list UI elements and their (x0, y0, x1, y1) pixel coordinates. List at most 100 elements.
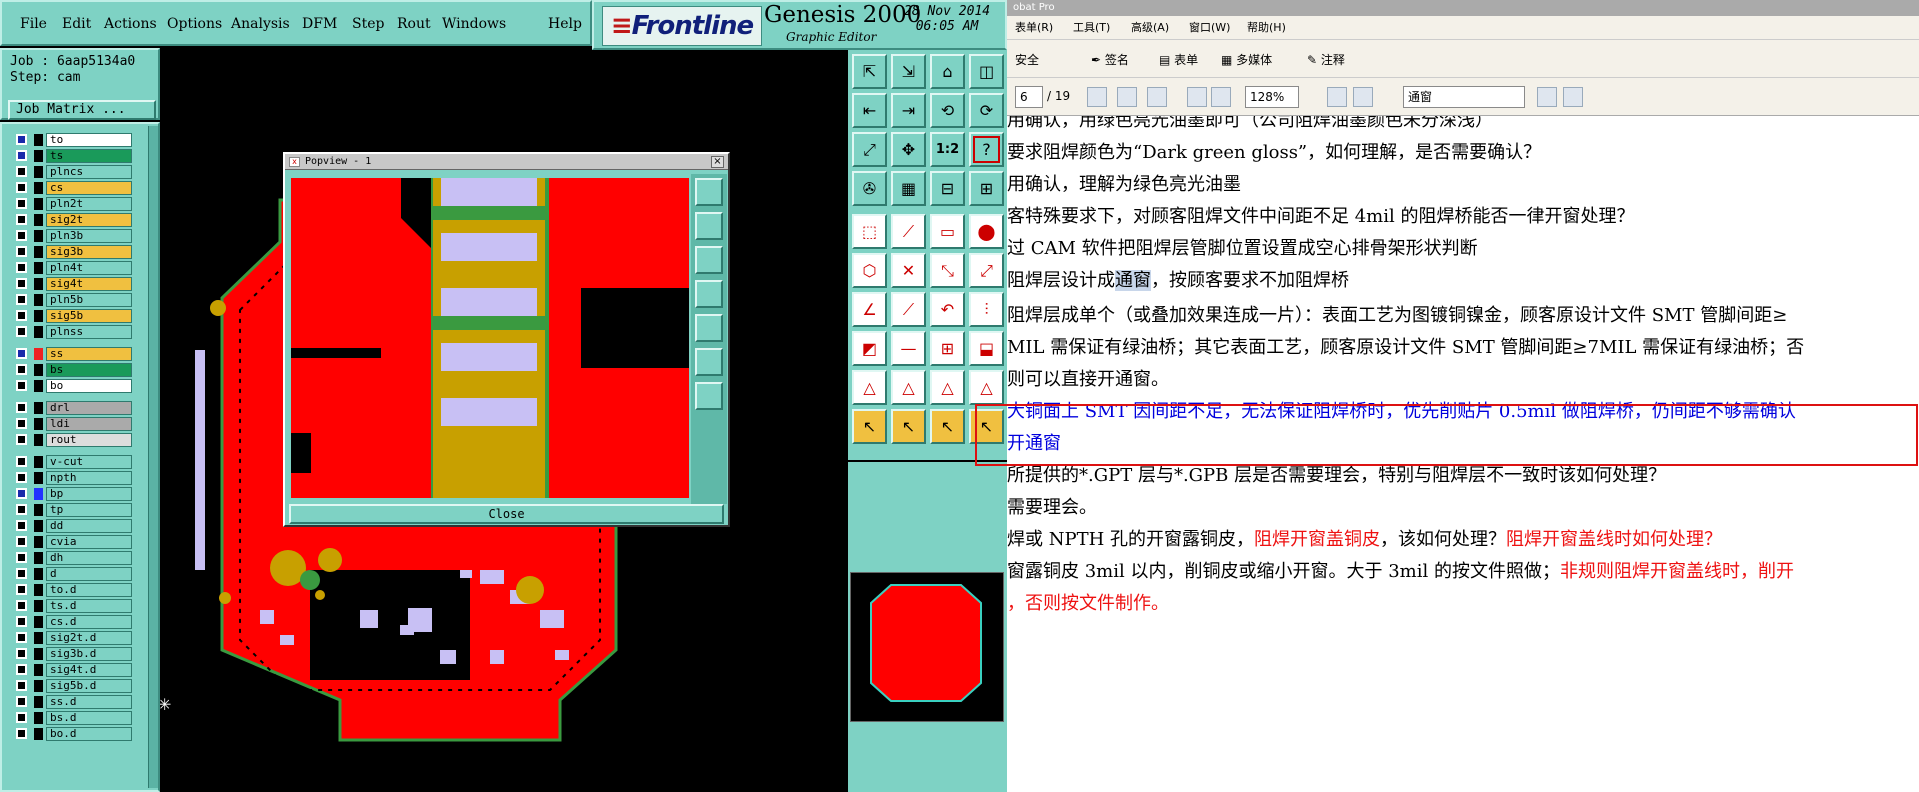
layer-name[interactable]: pln2t (46, 197, 132, 211)
layer-checkbox[interactable] (16, 166, 27, 177)
layer-name[interactable]: rout (46, 433, 132, 447)
layer-name[interactable]: ss.d (46, 695, 132, 709)
layer-name[interactable]: dd (46, 519, 132, 533)
popview-tool-button[interactable] (695, 178, 723, 206)
layer-name[interactable]: to.d (46, 583, 132, 597)
layer-checkbox[interactable] (16, 380, 27, 391)
tool-button[interactable]: ⤢ (852, 132, 887, 167)
layer-name[interactable]: ts.d (46, 599, 132, 613)
tool-button[interactable]: ▭ (930, 214, 965, 249)
tool-button[interactable]: ⟋ (891, 292, 926, 327)
tool-button[interactable]: ✕ (891, 253, 926, 288)
zoom-out-icon[interactable] (1187, 87, 1207, 107)
tool-button[interactable]: ⊟ (930, 171, 965, 206)
layer-checkbox[interactable] (16, 214, 27, 225)
tool-button[interactable]: △ (930, 370, 965, 405)
layer-row[interactable]: ss (6, 346, 142, 362)
tool-button[interactable]: ? (969, 132, 1004, 167)
tool-button[interactable]: ⤢ (969, 253, 1004, 288)
tool-button[interactable]: ↖ (930, 409, 965, 444)
layer-checkbox[interactable] (16, 552, 27, 563)
fit-page-icon[interactable] (1327, 87, 1347, 107)
layer-checkbox[interactable] (16, 712, 27, 723)
tool-button[interactable]: ↖ (852, 409, 887, 444)
layer-name[interactable]: drl (46, 401, 132, 415)
layer-row[interactable]: sig2t (6, 212, 142, 228)
menu-tools[interactable]: 工具(T) (1073, 16, 1110, 40)
layer-name[interactable]: to (46, 133, 132, 147)
menu-options[interactable]: Options (167, 16, 222, 32)
layer-row[interactable]: sig4t.d (6, 662, 142, 678)
layer-checkbox[interactable] (16, 520, 27, 531)
layer-checkbox[interactable] (16, 182, 27, 193)
layer-row[interactable]: sig2t.d (6, 630, 142, 646)
layer-row[interactable]: v-cut (6, 454, 142, 470)
tool-button[interactable]: ⇥ (891, 93, 926, 128)
popview-close-button[interactable]: Close (289, 504, 724, 524)
layer-row[interactable]: to.d (6, 582, 142, 598)
layer-checkbox[interactable] (16, 326, 27, 337)
layer-name[interactable]: ts (46, 149, 132, 163)
layer-checkbox[interactable] (16, 310, 27, 321)
sign-button[interactable]: ✒ 签名 (1091, 51, 1129, 68)
layer-checkbox[interactable] (16, 262, 27, 273)
menu-step[interactable]: Step (352, 16, 384, 32)
menu-file[interactable]: File (20, 16, 47, 32)
layer-row[interactable]: sig5b.d (6, 678, 142, 694)
tool-button[interactable]: ⤡ (930, 253, 965, 288)
layer-name[interactable]: npth (46, 471, 132, 485)
popview-tool-button[interactable] (695, 246, 723, 274)
layer-name[interactable]: d (46, 567, 132, 581)
layer-name[interactable]: sig5b.d (46, 679, 132, 693)
layer-row[interactable]: pln2t (6, 196, 142, 212)
layer-row[interactable]: sig3b (6, 244, 142, 260)
tool-button[interactable]: ⇱ (852, 54, 887, 89)
layer-row[interactable]: dh (6, 550, 142, 566)
layer-row[interactable]: bs.d (6, 710, 142, 726)
close-icon[interactable]: × (711, 156, 724, 168)
tool-button[interactable]: ⬓ (969, 331, 1004, 366)
layer-row[interactable]: npth (6, 470, 142, 486)
layer-name[interactable]: bs (46, 363, 132, 377)
menu-help[interactable]: 帮助(H) (1247, 16, 1286, 40)
layer-row[interactable]: drl (6, 400, 142, 416)
find-next-icon[interactable] (1563, 87, 1583, 107)
menu-rout[interactable]: Rout (397, 16, 431, 32)
popview-tool-button[interactable] (695, 280, 723, 308)
multimedia-button[interactable]: ▦ 多媒体 (1221, 51, 1272, 68)
layer-row[interactable]: sig4t (6, 276, 142, 292)
menu-advanced[interactable]: 高级(A) (1131, 16, 1169, 40)
tool-button[interactable]: ▦ (891, 171, 926, 206)
tool-button[interactable]: △ (969, 370, 1004, 405)
tool-button[interactable]: △ (891, 370, 926, 405)
tool-button[interactable]: ◫ (969, 54, 1004, 89)
tool-button[interactable]: ⇲ (891, 54, 926, 89)
layer-name[interactable]: v-cut (46, 455, 132, 469)
layer-row[interactable]: pln3b (6, 228, 142, 244)
layer-checkbox[interactable] (16, 418, 27, 429)
tool-button[interactable]: ◩ (852, 331, 887, 366)
tool-button[interactable]: ⬚ (852, 214, 887, 249)
layer-checkbox[interactable] (16, 504, 27, 515)
tool-button[interactable]: ✥ (891, 132, 926, 167)
tool-button[interactable]: ⊞ (969, 171, 1004, 206)
layer-scrollbar[interactable] (148, 126, 158, 788)
zoom-in-icon[interactable] (1211, 87, 1231, 107)
tool-button[interactable]: ↖ (891, 409, 926, 444)
zoom-tool-icon[interactable] (1147, 87, 1167, 107)
layer-name[interactable]: bo.d (46, 727, 132, 741)
layer-checkbox[interactable] (16, 456, 27, 467)
layer-name[interactable]: sig3b.d (46, 647, 132, 661)
layer-checkbox[interactable] (16, 632, 27, 643)
menu-form[interactable]: 表单(R) (1015, 16, 1053, 40)
layer-name[interactable]: tp (46, 503, 132, 517)
menu-edit[interactable]: Edit (62, 16, 91, 32)
layer-row[interactable]: sig5b (6, 308, 142, 324)
layer-checkbox[interactable] (16, 584, 27, 595)
layer-checkbox[interactable] (16, 198, 27, 209)
layer-row[interactable]: cs (6, 180, 142, 196)
menu-analysis[interactable]: Analysis (231, 16, 290, 32)
layer-name[interactable]: pln5b (46, 293, 132, 307)
layer-row[interactable]: d (6, 566, 142, 582)
tool-button[interactable]: — (891, 331, 926, 366)
